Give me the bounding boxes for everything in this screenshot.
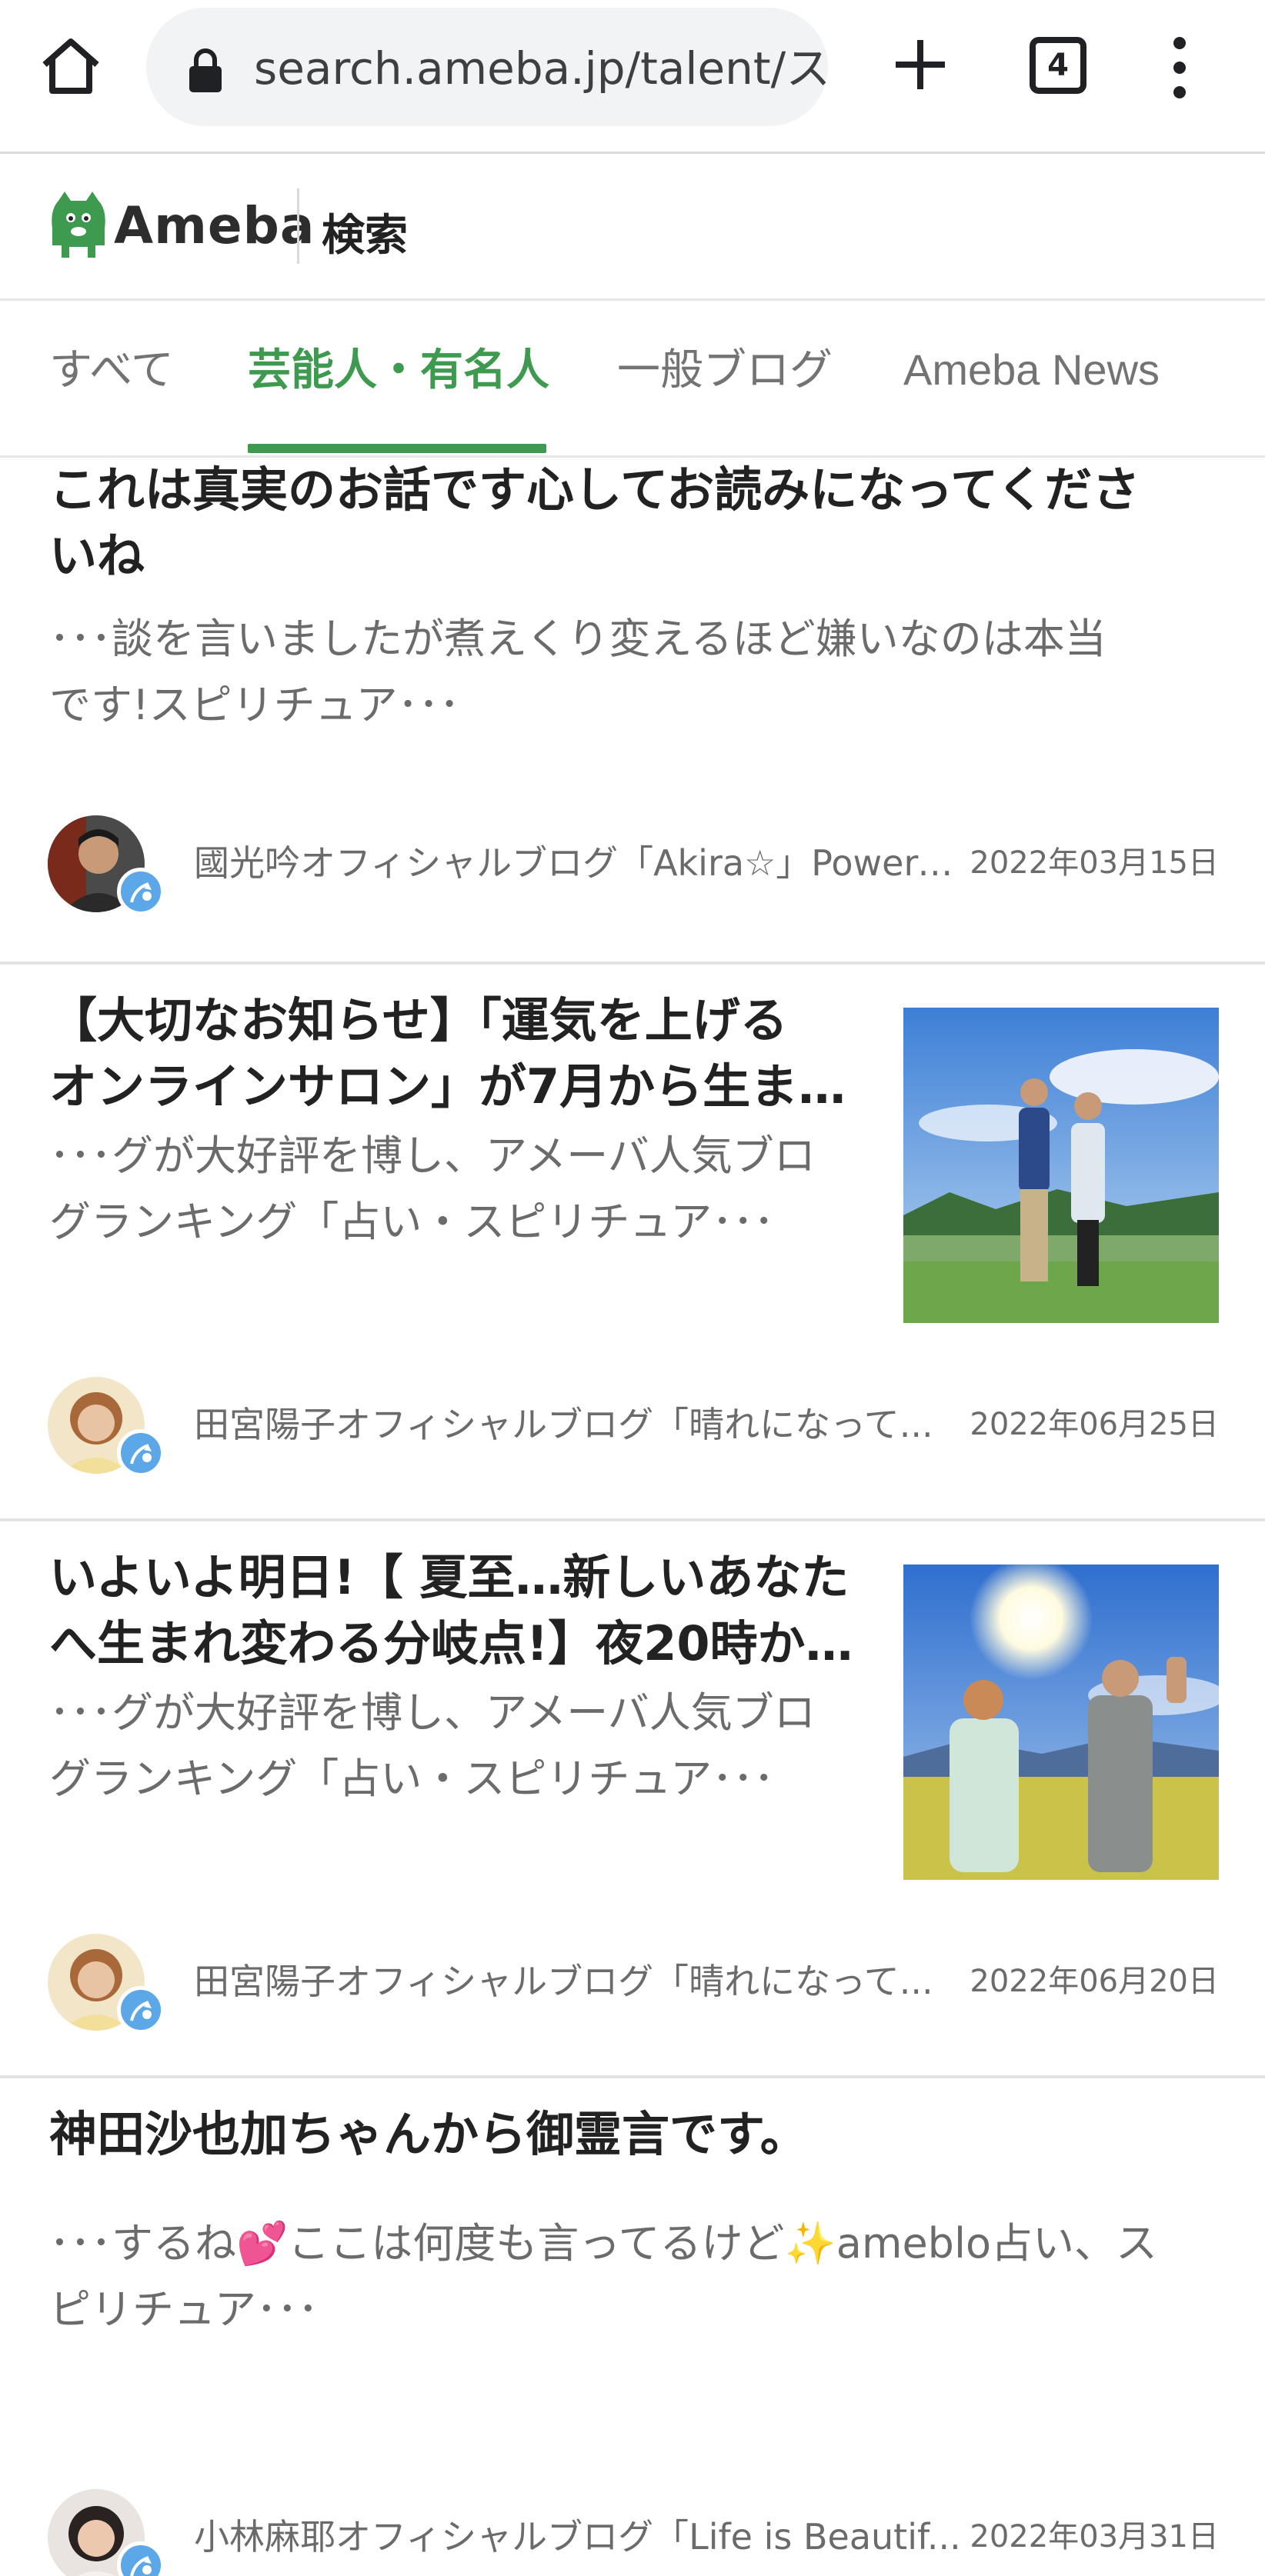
- result-title[interactable]: いよいよ明日!【 夏至…新しいあなた へ生まれ変わる分岐点!】夜20時か…: [49, 1545, 880, 1677]
- address-bar[interactable]: search.ameba.jp/talent/ス: [146, 8, 828, 126]
- shooting-star-icon: [130, 2556, 152, 2576]
- ameba-mascot-icon: [52, 192, 105, 258]
- result-snippet: ･･･グが大好評を博し、アメーバ人気ブロ グランキング「占い・スピリチュア･･･: [49, 1131, 816, 1246]
- blog-name[interactable]: 國光吟オフィシャルブログ「Akira☆」Powere...: [194, 840, 963, 886]
- result-snippet: ･･･談を言いましたが煮えくり変えるほど嫌いなのは本当 です!スピリチュア･･･: [49, 615, 1106, 729]
- result-thumbnail[interactable]: [903, 1008, 1219, 1323]
- post-date: 2022年06月20日: [970, 1964, 1219, 1999]
- ameba-logo[interactable]: Ameba: [48, 187, 315, 264]
- post-date: 2022年06月25日: [970, 1407, 1219, 1442]
- shooting-star-icon: [130, 1444, 152, 1465]
- header-divider: [297, 188, 299, 264]
- browser-toolbar: search.ameba.jp/talent/ス 4: [0, 0, 1265, 154]
- search-results: これは真実のお話です心してお読みになってくださ いね ･･･談を言いましたが煮え…: [0, 460, 1265, 2576]
- shooting-star-icon: [130, 882, 152, 903]
- result-card[interactable]: 【大切なお知らせ】「運気を上げる オンラインサロン」が7月から生ま… ･･･グが…: [0, 965, 1265, 1521]
- result-thumbnail[interactable]: [903, 1565, 1219, 1880]
- home-icon[interactable]: [38, 34, 103, 98]
- result-snippet: ･･･グが大好評を博し、アメーバ人気ブロ グランキング「占い・スピリチュア･･･: [49, 1688, 816, 1803]
- active-tab-indicator: [248, 444, 546, 453]
- official-badge: [117, 868, 165, 915]
- logo-wordmark: Ameba: [114, 195, 315, 255]
- tab-ameba-news[interactable]: Ameba News: [903, 343, 1160, 397]
- post-date: 2022年03月31日: [970, 2519, 1219, 2554]
- blog-name[interactable]: 田宮陽子オフィシャルブログ「晴れになって...: [194, 1958, 933, 2004]
- result-card[interactable]: これは真実のお話です心してお読みになってくださ いね ･･･談を言いましたが煮え…: [0, 460, 1265, 965]
- tab-switcher-button[interactable]: 4: [1030, 37, 1086, 94]
- result-card[interactable]: いよいよ明日!【 夏至…新しいあなた へ生まれ変わる分岐点!】夜20時か… ･･…: [0, 1521, 1265, 2078]
- official-badge: [117, 1429, 165, 1477]
- result-title[interactable]: 神田沙也加ちゃんから御霊言です。: [49, 2101, 1234, 2168]
- thumbnail-photo: [903, 1565, 1219, 1880]
- lock-icon: [189, 48, 222, 92]
- blog-name[interactable]: 田宮陽子オフィシャルブログ「晴れになって...: [194, 1401, 933, 1448]
- result-card[interactable]: 神田沙也加ちゃんから御霊言です。 ･･･するね💕ここは何度も言ってるけど✨ame…: [0, 2078, 1265, 2576]
- result-snippet: ･･･するね💕ここは何度も言ってるけど✨ameblo占い、ス ピリチュア･･･: [49, 2219, 1158, 2334]
- result-title[interactable]: 【大切なお知らせ】「運気を上げる オンラインサロン」が7月から生ま…: [49, 988, 880, 1120]
- shooting-star-icon: [130, 2001, 152, 2021]
- page-title: 検索: [322, 211, 408, 261]
- result-title[interactable]: これは真実のお話です心してお読みになってくださ いね: [49, 460, 1234, 589]
- blog-name[interactable]: 小林麻耶オフィシャルブログ「Life is Beautif...: [194, 2514, 961, 2560]
- official-badge: [117, 1986, 165, 2034]
- thumbnail-photo: [903, 1008, 1219, 1323]
- category-tabs: すべて 芸能人・有名人 一般ブログ Ameba News: [0, 301, 1265, 458]
- more-vert-icon[interactable]: [1167, 35, 1193, 100]
- tab-general-blog[interactable]: 一般ブログ: [617, 343, 833, 397]
- post-date: 2022年03月15日: [970, 845, 1219, 881]
- url-text: search.ameba.jp/talent/ス: [254, 42, 828, 95]
- plus-icon[interactable]: [891, 35, 950, 94]
- tab-all[interactable]: すべて: [49, 343, 174, 397]
- tab-talent[interactable]: 芸能人・有名人: [248, 343, 549, 397]
- site-header: Ameba 検索: [0, 156, 1265, 301]
- official-badge: [117, 2541, 165, 2576]
